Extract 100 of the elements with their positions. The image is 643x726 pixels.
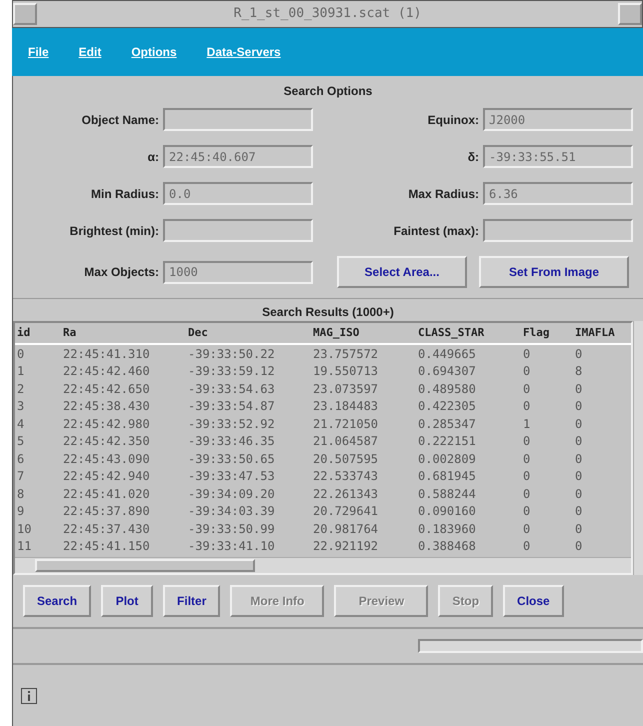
table-cell-text: 0 (574, 538, 584, 556)
column-header[interactable]: Flag (521, 324, 573, 342)
field-label: Max Radius: (408, 186, 479, 202)
table-cell-text: 22:45:42.350 (62, 433, 151, 450)
table-cell-text: 22:45:41.310 (62, 346, 151, 363)
field-label: Object Name: (82, 112, 159, 128)
vertical-scrollbar[interactable] (633, 321, 643, 575)
action-button[interactable]: Select Area... (337, 256, 467, 288)
table-cell-text: -39:33:54.87 (187, 398, 276, 416)
table-cell-text: 0 (522, 450, 532, 468)
table-cell-text: 22:45:42.940 (62, 468, 151, 486)
table-cell-text: 11 (16, 538, 32, 556)
table-cell-text: 0 (574, 486, 584, 503)
table-cell-text: -39:33:50.99 (187, 520, 276, 538)
field-label: Min Radius: (91, 186, 159, 202)
table-cell-text: 0.489580 (417, 380, 477, 398)
table-cell-text: 0 (574, 433, 584, 450)
table-cell-text: 22:45:41.150 (62, 538, 151, 556)
table-cell-text: 2 (16, 380, 26, 398)
table-cell-text: 3 (16, 398, 26, 416)
table-cell-text: 0 (522, 520, 532, 538)
table-cell-text: 22:45:41.020 (62, 486, 151, 503)
action-button[interactable]: Search (23, 585, 92, 617)
table-cell-text: 8 (574, 363, 584, 380)
table-cell-text: 0 (522, 380, 532, 398)
table-cell-text: 0.090160 (417, 503, 477, 520)
table-cell-text: -39:33:59.12 (187, 363, 276, 380)
table-cell-text: 0 (522, 486, 532, 503)
table-cell-text: 21.721050 (312, 416, 380, 433)
table-cell-text: 0 (574, 416, 584, 433)
info-icon[interactable] (21, 688, 37, 704)
action-button[interactable]: Filter (163, 585, 220, 617)
action-button[interactable]: Plot (101, 585, 154, 617)
table-cell-text: 0.285347 (417, 416, 477, 433)
field-label: Faintest (max): (394, 222, 479, 240)
table-cell-text: 8 (16, 486, 26, 503)
table-cell-text: 5 (16, 433, 26, 450)
column-header[interactable]: id (15, 324, 61, 342)
section-title: Search Options (282, 83, 374, 100)
table-cell-text: 0 (522, 398, 532, 416)
table-cell-text: 22.921192 (312, 538, 380, 556)
input-field[interactable] (163, 219, 313, 242)
table-cell-text: 0 (574, 380, 584, 398)
table-cell-text: -39:34:03.39 (187, 503, 276, 520)
table-cell-text: 0.222151 (417, 433, 477, 450)
table-cell-text: 1 (522, 416, 532, 433)
table-cell-text: 0.449665 (417, 346, 477, 363)
field-label: Equinox: (428, 112, 479, 128)
field-label: δ: (468, 148, 479, 166)
field-label: α: (148, 148, 159, 166)
table-cell-text: 6 (16, 450, 26, 468)
column-header[interactable]: MAG_ISO (311, 324, 416, 342)
horizontal-scrollbar[interactable] (15, 557, 631, 573)
input-field[interactable] (163, 108, 313, 131)
table-cell-text: 0 (574, 398, 584, 416)
table-cell-text: 0 (574, 450, 584, 468)
table-cell-text: 23.184483 (312, 398, 380, 416)
table-cell-text: 0.388468 (417, 538, 477, 556)
input-field[interactable] (483, 219, 633, 242)
column-header[interactable]: Ra (61, 324, 186, 342)
table-cell-text: 0.681945 (417, 468, 477, 486)
table-cell-text: -39:33:46.35 (187, 433, 276, 450)
table-cell-text: -39:33:47.53 (187, 468, 276, 486)
table-cell-text: 0 (522, 363, 532, 380)
field-label: Max Objects: (84, 264, 159, 281)
table-cell-text: 0.588244 (417, 486, 477, 503)
table-cell-text: 20.507595 (312, 450, 380, 468)
table-cell-text: 22:45:37.430 (62, 520, 151, 538)
window-title: R_1_st_00_30931.scat (1) (232, 5, 422, 24)
table-cell-text: 0 (574, 468, 584, 486)
table-cell-text: 22:45:38.430 (62, 398, 151, 416)
table-cell-text: 0 (522, 468, 532, 486)
column-header[interactable]: IMAFLA (573, 324, 631, 342)
table-cell-text: 0 (574, 520, 584, 538)
table-cell-text: 22:45:43.090 (62, 450, 151, 468)
scrollbar-thumb[interactable] (35, 559, 255, 572)
table-cell-text: 7 (16, 468, 26, 486)
table-cell-text: 0 (522, 433, 532, 450)
table-cell-text: 23.073597 (312, 380, 380, 398)
table-cell-text: 4 (16, 416, 26, 433)
table-cell-text: 0 (574, 503, 584, 520)
table-cell-text: 0.422305 (417, 398, 477, 416)
table-cell-text: 22.533743 (312, 468, 380, 486)
table-cell-text: 0 (574, 346, 584, 363)
action-button[interactable]: Close (503, 585, 564, 617)
field-label: Brightest (min): (70, 222, 159, 240)
table-cell-text: 21.064587 (312, 433, 380, 450)
table-cell-text: -39:34:09.20 (187, 486, 276, 503)
table-cell-text: 0 (522, 503, 532, 520)
action-button[interactable]: Set From Image (479, 256, 629, 288)
table-cell-text: 22.261343 (312, 486, 380, 503)
column-header[interactable]: CLASS_STAR (416, 324, 521, 342)
column-header[interactable]: Dec (186, 324, 311, 342)
table-cell-text: 22:45:42.650 (62, 380, 151, 398)
table-cell-text: 23.757572 (312, 346, 380, 363)
table-cell-text: 22:45:42.460 (62, 363, 151, 380)
table-cell-text: 9 (16, 503, 26, 520)
table-cell-text: -39:33:50.22 (187, 346, 276, 363)
table-cell-text: 0.002809 (417, 450, 477, 468)
table-cell-text: 22:45:37.890 (62, 503, 151, 520)
